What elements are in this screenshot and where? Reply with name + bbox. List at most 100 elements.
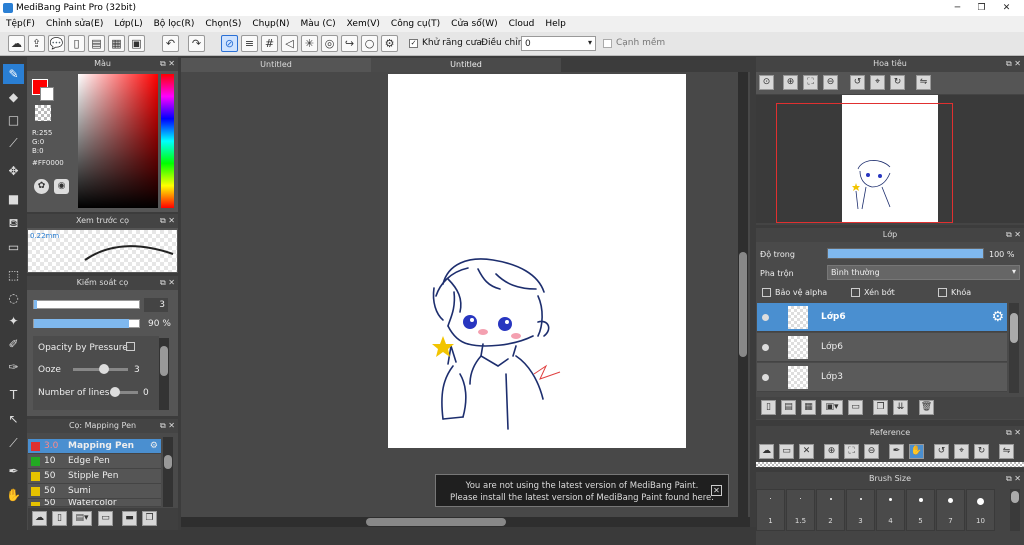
pen-tool-icon[interactable]: ✎	[3, 64, 24, 84]
eyedropper-tool-icon[interactable]: ✒	[3, 461, 24, 481]
panel-close-icon[interactable]: ⧉ ✕	[1006, 57, 1021, 71]
brush-size-value[interactable]: 3	[144, 298, 168, 312]
folder-icon[interactable]: ▭	[98, 511, 113, 526]
menu-color[interactable]: Màu (C)	[301, 19, 336, 29]
zoom-in-icon[interactable]: ⊕	[783, 75, 798, 90]
fit-icon[interactable]: ⛶	[803, 75, 818, 90]
brush-list-scrollbar[interactable]	[163, 437, 173, 507]
ref-reset-icon[interactable]: ⌖	[954, 444, 969, 459]
new-layer-icon[interactable]: ▯	[761, 400, 776, 415]
antialias-checkbox[interactable]: ✓	[409, 39, 418, 48]
snap-circle-icon[interactable]: ○	[361, 35, 378, 52]
brush-size-3[interactable]: 3	[846, 489, 875, 531]
brush-item-watercolor[interactable]: 50 Watercolor	[28, 499, 161, 507]
ref-flip-icon[interactable]: ⇋	[999, 444, 1014, 459]
hand-tool-icon[interactable]: ✋	[3, 485, 24, 505]
menu-window[interactable]: Cửa sổ(W)	[451, 19, 497, 29]
layer-folder-icon[interactable]: ▭	[848, 400, 863, 415]
ooze-slider-handle[interactable]	[99, 364, 109, 374]
lock-checkbox[interactable]	[938, 288, 947, 297]
save-icon[interactable]: ▤	[88, 35, 105, 52]
rectangle-tool-icon[interactable]: □	[3, 110, 24, 130]
cloud-brush-icon[interactable]: ☁	[32, 511, 47, 526]
merge-layer-icon[interactable]: ⇊	[893, 400, 908, 415]
navigator-preview[interactable]	[756, 95, 1024, 223]
flip-icon[interactable]: ⇋	[916, 75, 931, 90]
layer-menu-icon[interactable]: ▣▾	[821, 400, 843, 415]
material-icon[interactable]: ▦	[108, 35, 125, 52]
brush-size-slider[interactable]	[33, 300, 140, 309]
update-notice[interactable]: You are not using the latest version of …	[435, 474, 729, 507]
magic-wand-icon[interactable]: ✦	[3, 311, 24, 331]
layer-opacity-slider[interactable]	[827, 248, 984, 259]
brush-opacity-slider[interactable]	[33, 319, 140, 328]
menu-file[interactable]: Tệp(F)	[6, 19, 35, 29]
layers-scrollbar[interactable]	[1009, 303, 1019, 393]
menu-snap[interactable]: Chụp(N)	[252, 19, 289, 29]
adjust-dropdown[interactable]: 0 ▾	[521, 36, 596, 51]
open-reference-icon[interactable]: ▭	[779, 444, 794, 459]
panel-close-icon[interactable]: ⧉ ✕	[1006, 228, 1021, 242]
lasso-tool-icon[interactable]: ◌	[3, 288, 24, 308]
bucket-tool-icon[interactable]: ⛾	[3, 213, 24, 233]
close-reference-icon[interactable]: ✕	[799, 444, 814, 459]
snap-radial-icon[interactable]: ✳	[301, 35, 318, 52]
snap-parallel-icon[interactable]: ≡	[241, 35, 258, 52]
divide-tool-icon[interactable]: ⟋	[3, 433, 24, 453]
layer-row[interactable]: Lớp3	[757, 363, 1007, 392]
panel-close-icon[interactable]: ⧉ ✕	[160, 57, 175, 71]
ref-zoom-in-icon[interactable]: ⊕	[824, 444, 839, 459]
brush-size-7[interactable]: 7	[936, 489, 965, 531]
soft-edge-checkbox[interactable]	[603, 39, 612, 48]
fill-rect-tool-icon[interactable]: ■	[3, 189, 24, 209]
close-button[interactable]: ✕	[995, 0, 1018, 16]
menu-edit[interactable]: Chỉnh sửa(E)	[46, 19, 103, 29]
opacity-by-pressure-checkbox[interactable]	[126, 342, 135, 351]
visibility-icon[interactable]	[762, 344, 769, 351]
canvas-horizontal-scrollbar[interactable]	[181, 517, 750, 527]
menu-cloud[interactable]: Cloud	[509, 19, 535, 29]
brush-item-edge-pen[interactable]: 10 Edge Pen	[28, 454, 161, 469]
brush-item-stipple-pen[interactable]: 50 Stipple Pen	[28, 469, 161, 484]
layer-row[interactable]: Lớp6	[757, 333, 1007, 362]
hue-slider[interactable]	[161, 74, 174, 208]
operation-tool-icon[interactable]: ↖	[3, 409, 24, 429]
palette-add-icon[interactable]: ◉	[54, 179, 69, 194]
duplicate-layer-icon[interactable]: ❐	[873, 400, 888, 415]
panel-close-icon[interactable]: ⧉ ✕	[160, 419, 175, 433]
snap-curve-icon[interactable]: ↪	[341, 35, 358, 52]
settings-icon[interactable]: ⚙	[381, 35, 398, 52]
doc-tab-1[interactable]: Untitled	[181, 58, 371, 72]
folder-open-icon[interactable]: ▬	[122, 511, 137, 526]
text-tool-icon[interactable]: T	[3, 385, 24, 405]
brush-size-5[interactable]: 5	[906, 489, 935, 531]
gear-icon[interactable]: ⚙	[150, 439, 158, 454]
select-pen-icon[interactable]: ✐	[3, 334, 24, 354]
delete-layer-icon[interactable]: 🗑	[919, 400, 934, 415]
export-icon[interactable]: ▣	[128, 35, 145, 52]
layer-row[interactable]: Lớp6 ⚙	[757, 303, 1007, 332]
new-halftone-layer-icon[interactable]: ▤	[781, 400, 796, 415]
ref-zoom-out-icon[interactable]: ⊖	[864, 444, 879, 459]
reset-view-icon[interactable]: ⌖	[870, 75, 885, 90]
saturation-value-picker[interactable]	[78, 74, 158, 208]
protect-alpha-checkbox[interactable]	[762, 288, 771, 297]
brush-size-scrollbar[interactable]	[1010, 489, 1020, 531]
brush-size-1-5[interactable]: 1.5	[786, 489, 815, 531]
canvas-paper[interactable]	[388, 74, 686, 448]
ref-fit-icon[interactable]: ⛶	[844, 444, 859, 459]
new-file-icon[interactable]: ▯	[68, 35, 85, 52]
panel-close-icon[interactable]: ⧉ ✕	[1006, 472, 1021, 486]
snap-concentric-icon[interactable]: ◎	[321, 35, 338, 52]
select-rect-icon[interactable]: ⬚	[3, 265, 24, 285]
visibility-icon[interactable]	[762, 314, 769, 321]
undo-icon[interactable]: ↶	[162, 35, 179, 52]
panel-close-icon[interactable]: ⧉ ✕	[160, 276, 175, 290]
new-8bit-layer-icon[interactable]: ▦	[801, 400, 816, 415]
brush-size-1[interactable]: 1	[756, 489, 785, 531]
move-tool-icon[interactable]: ✥	[3, 161, 24, 181]
rotate-right-icon[interactable]: ↻	[890, 75, 905, 90]
snap-grid-icon[interactable]: #	[261, 35, 278, 52]
ref-rotate-left-icon[interactable]: ↺	[934, 444, 949, 459]
rotate-left-icon[interactable]: ↺	[850, 75, 865, 90]
